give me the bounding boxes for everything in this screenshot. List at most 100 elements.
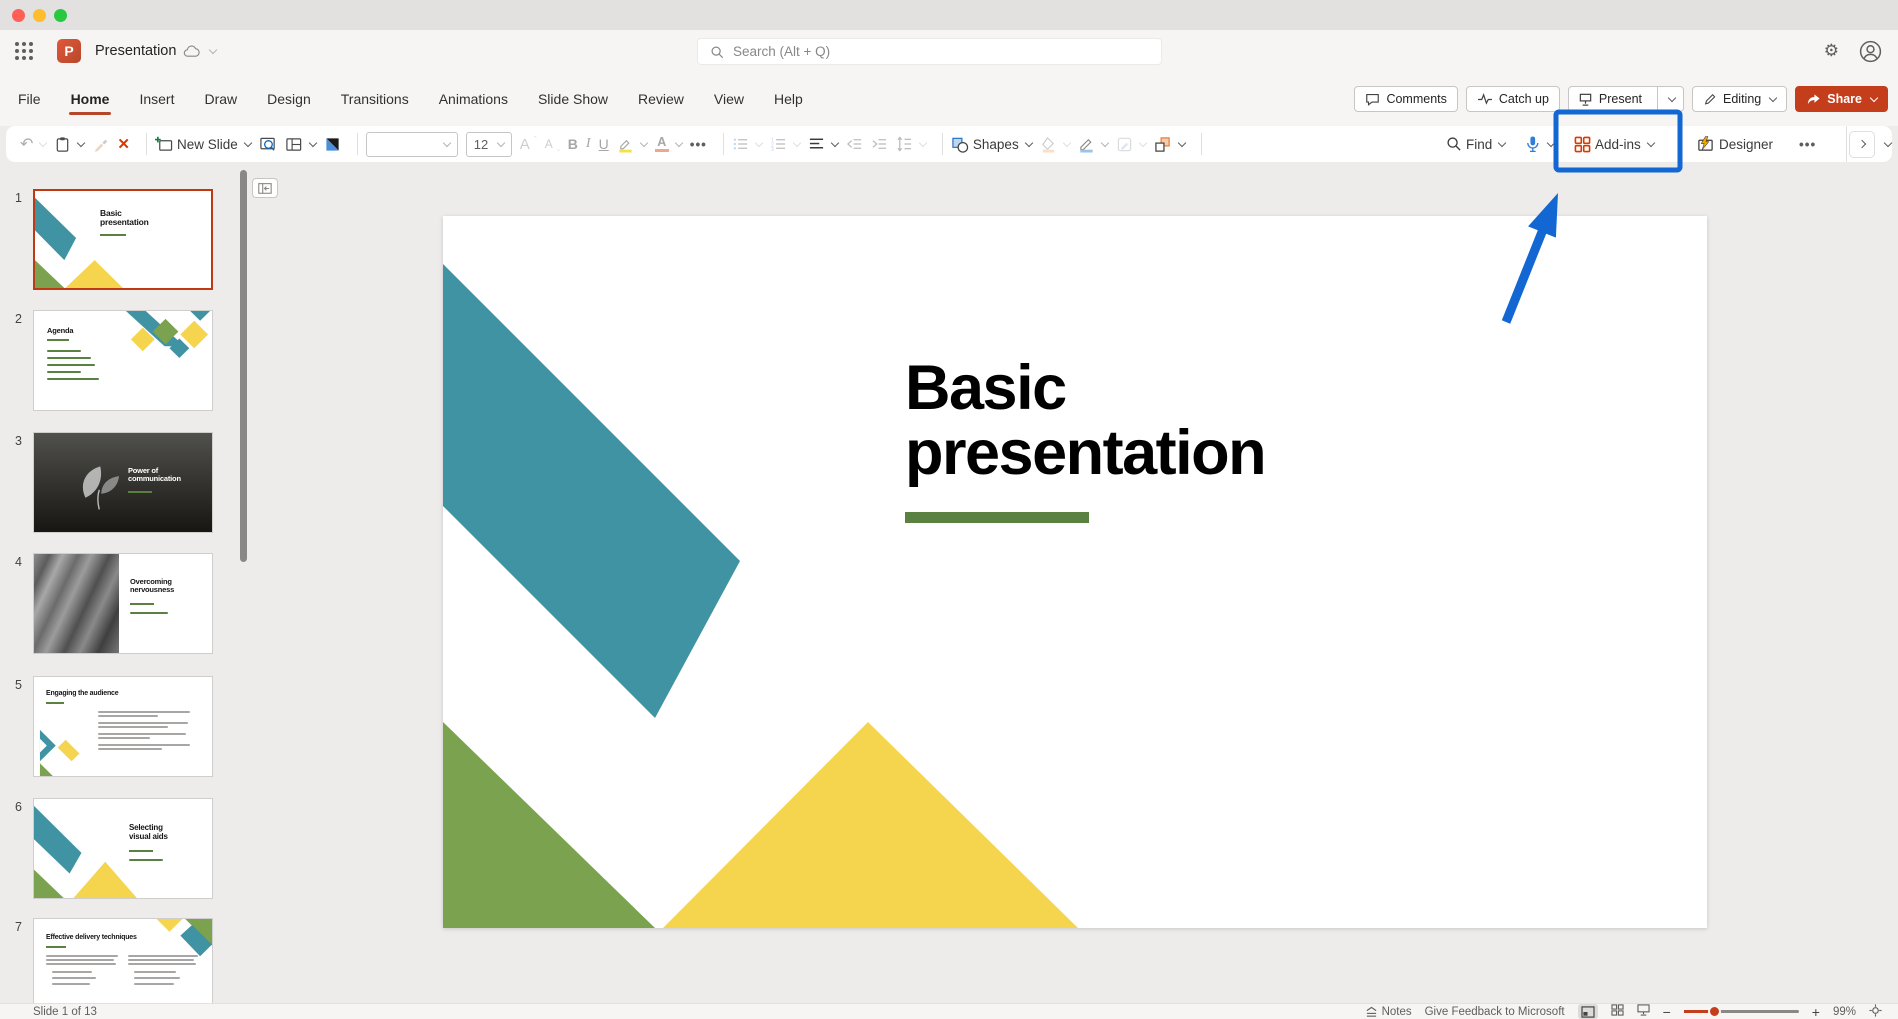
search-bar[interactable] xyxy=(697,38,1162,65)
undo-button[interactable]: ↶ xyxy=(20,134,46,154)
new-slide-icon xyxy=(155,136,173,153)
zoom-window-button[interactable] xyxy=(54,9,67,22)
zoom-out-button[interactable]: − xyxy=(1663,1004,1671,1019)
reuse-slides-button[interactable] xyxy=(259,136,277,153)
document-title[interactable]: Presentation xyxy=(95,43,216,59)
editing-mode-button[interactable]: Editing xyxy=(1692,86,1787,112)
paste-button[interactable] xyxy=(54,136,84,153)
ribbon-expand-button[interactable] xyxy=(1849,126,1875,162)
collapse-thumbnail-panel-button[interactable] xyxy=(252,178,278,198)
notes-label: Notes xyxy=(1382,1006,1412,1018)
shrink-font-button[interactable]: Aˆ xyxy=(545,136,560,152)
slide-thumbnail-5[interactable]: Engaging the audience xyxy=(33,676,213,777)
font-name-combobox[interactable] xyxy=(366,132,458,157)
slide-sorter-view-button[interactable] xyxy=(1611,1004,1624,1019)
document-title-text: Presentation xyxy=(95,43,176,59)
theme-button[interactable] xyxy=(324,136,341,153)
slide-thumbnail-2[interactable]: Agenda xyxy=(33,310,213,411)
layout-button[interactable] xyxy=(285,136,316,153)
slide-thumbnail-7[interactable]: Effective delivery techniques xyxy=(33,918,213,1003)
slide-canvas[interactable]: Basic presentation xyxy=(443,216,1707,928)
decrease-indent-button[interactable] xyxy=(846,136,863,152)
menu-slide-show[interactable]: Slide Show xyxy=(538,91,608,107)
menu-file[interactable]: File xyxy=(18,91,41,107)
menu-animations[interactable]: Animations xyxy=(439,91,508,107)
find-icon xyxy=(1446,136,1462,152)
comments-button[interactable]: Comments xyxy=(1354,86,1457,112)
text-highlight-button[interactable] xyxy=(617,136,647,153)
new-slide-button[interactable]: New Slide xyxy=(155,136,251,153)
menu-transitions[interactable]: Transitions xyxy=(341,91,409,107)
font-color-button[interactable]: A xyxy=(655,136,682,153)
search-input[interactable] xyxy=(733,44,1113,59)
menu-draw[interactable]: Draw xyxy=(204,91,237,107)
settings-gear-icon[interactable]: ⚙ xyxy=(1824,41,1839,61)
format-painter-button[interactable] xyxy=(92,136,109,153)
app-launcher-icon[interactable] xyxy=(15,42,33,60)
grow-font-button[interactable]: Aˆ xyxy=(520,136,537,153)
slide-thumbnail-4[interactable]: Overcoming nervousness xyxy=(33,553,213,654)
menu-review[interactable]: Review xyxy=(638,91,684,107)
feedback-link[interactable]: Give Feedback to Microsoft xyxy=(1425,1006,1565,1018)
menu-insert[interactable]: Insert xyxy=(139,91,174,107)
zoom-level[interactable]: 99% xyxy=(1833,1006,1856,1018)
ribbon-more-button[interactable]: ••• xyxy=(1799,126,1816,162)
increase-indent-button[interactable] xyxy=(871,136,888,152)
italic-button[interactable]: I xyxy=(586,136,591,152)
slide-thumbnail-3[interactable]: Power of communication xyxy=(33,432,213,533)
shapes-button[interactable]: Shapes xyxy=(951,136,1032,153)
align-icon xyxy=(808,136,825,152)
ribbon-options-chevron[interactable] xyxy=(1882,126,1891,162)
notes-toggle[interactable]: Notes xyxy=(1365,1006,1412,1018)
add-ins-label: Add-ins xyxy=(1595,137,1641,152)
menu-view[interactable]: View xyxy=(714,91,744,107)
catch-up-icon xyxy=(1477,92,1493,106)
present-dropdown[interactable] xyxy=(1657,87,1683,111)
minimize-window-button[interactable] xyxy=(33,9,46,22)
zoom-slider-thumb[interactable] xyxy=(1708,1005,1721,1018)
slideshow-view-button[interactable] xyxy=(1637,1004,1650,1019)
share-button[interactable]: Share xyxy=(1795,86,1888,112)
slide-thumbnail-1[interactable]: Basic presentation xyxy=(33,189,213,290)
shape-outline-button[interactable] xyxy=(1078,136,1108,153)
status-bar: Slide 1 of 13 Notes Give Feedback to Mic… xyxy=(0,1003,1898,1019)
powerpoint-logo[interactable]: P xyxy=(57,39,81,63)
arrange-icon xyxy=(1154,136,1172,153)
underline-button[interactable]: U xyxy=(599,136,609,152)
mac-title-bar xyxy=(0,0,1898,30)
catch-up-button[interactable]: Catch up xyxy=(1466,86,1560,112)
shape-effects-button[interactable] xyxy=(1116,136,1146,153)
zoom-in-button[interactable]: + xyxy=(1812,1004,1820,1019)
designer-button[interactable]: Designer xyxy=(1696,126,1773,162)
account-avatar-icon[interactable] xyxy=(1859,40,1882,63)
add-ins-button[interactable]: Add-ins xyxy=(1574,126,1654,162)
thumbnail-scrollbar[interactable] xyxy=(240,170,247,562)
menu-design[interactable]: Design xyxy=(267,91,311,107)
close-window-button[interactable] xyxy=(12,9,25,22)
delete-button[interactable]: ✕ xyxy=(117,135,130,153)
slide-title-text[interactable]: Basic presentation xyxy=(905,356,1315,486)
present-button-main[interactable]: Present xyxy=(1569,87,1651,111)
bold-button[interactable]: B xyxy=(568,136,578,152)
find-button[interactable]: Find xyxy=(1446,126,1505,162)
slide-number-2: 2 xyxy=(15,312,22,326)
bullets-button[interactable] xyxy=(732,136,762,152)
dictate-button[interactable] xyxy=(1524,126,1554,162)
menu-help[interactable]: Help xyxy=(774,91,803,107)
slide-thumbnail-6[interactable]: Selecting visual aids xyxy=(33,798,213,899)
shape-fill-button[interactable] xyxy=(1040,136,1070,153)
numbering-button[interactable]: 123 xyxy=(770,136,800,152)
arrange-button[interactable] xyxy=(1154,136,1185,153)
more-font-options-button[interactable]: ••• xyxy=(690,137,707,152)
find-label: Find xyxy=(1466,137,1492,152)
normal-view-button[interactable] xyxy=(1578,1004,1598,1019)
line-spacing-button[interactable] xyxy=(896,136,926,152)
slide-number-4: 4 xyxy=(15,555,22,569)
shapes-label: Shapes xyxy=(973,137,1019,152)
fit-to-window-button[interactable] xyxy=(1869,1004,1882,1019)
font-size-combobox[interactable]: 12 xyxy=(466,132,512,157)
align-text-button[interactable] xyxy=(808,136,838,152)
comments-label: Comments xyxy=(1386,92,1446,106)
menu-home[interactable]: Home xyxy=(71,91,110,107)
zoom-slider[interactable] xyxy=(1684,1010,1799,1013)
